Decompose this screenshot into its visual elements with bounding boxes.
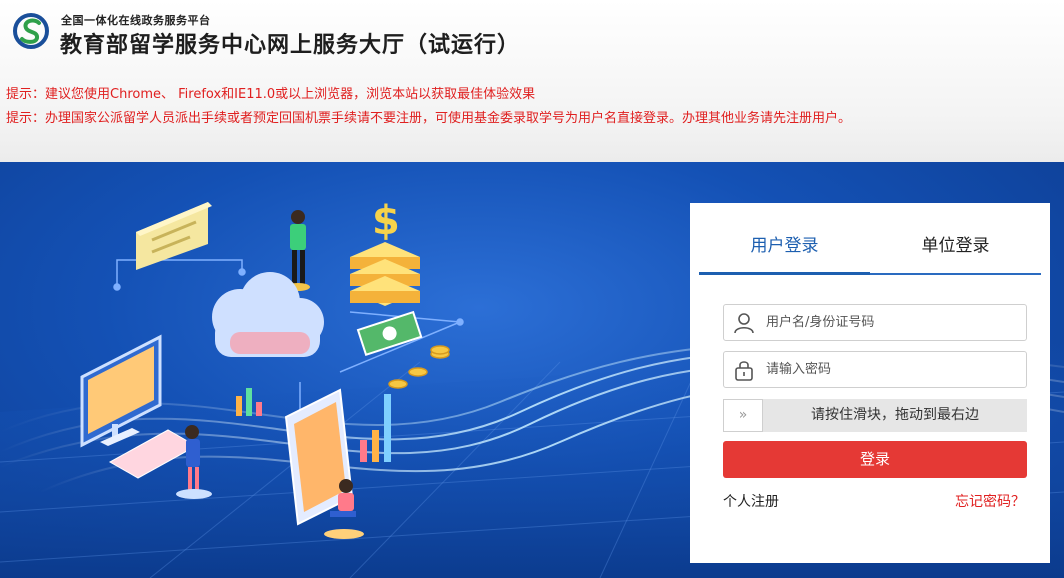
tab-user-login[interactable]: 用户登录 (699, 221, 870, 275)
svg-text:$: $ (372, 198, 400, 244)
slider-hint: 请按住滑块，拖动到最右边 (811, 407, 979, 423)
browser-tip: 提示：建议您使用Chrome、 Firefox和IE11.0或以上浏览器，浏览本… (6, 87, 536, 102)
password-field (723, 351, 1027, 388)
platform-name: 全国一体化在线政务服务平台 (61, 14, 211, 27)
site-title: 教育部留学服务中心网上服务大厅（试运行） (60, 33, 521, 58)
registration-tip: 提示：办理国家公派留学人员派出手续或者预定回国机票手续请不要注册，可使用基金委录… (6, 111, 852, 126)
forgot-password-link[interactable]: 忘记密码？ (955, 491, 1025, 511)
login-panel: 用户登录 单位登录 » 请按住滑块，拖动到最右边 登录 个人注册 忘记密码？ (690, 203, 1050, 563)
register-link[interactable]: 个人注册 (723, 491, 779, 511)
site-logo (13, 13, 49, 49)
tab-unit-login[interactable]: 单位登录 (870, 221, 1041, 275)
password-input[interactable] (766, 352, 1016, 387)
site-header: 全国一体化在线政务服务平台 教育部留学服务中心网上服务大厅（试运行） 提示：建议… (0, 0, 1064, 162)
login-tabs: 用户登录 单位登录 (699, 221, 1041, 275)
double-chevron-right-icon[interactable]: » (723, 399, 763, 432)
lock-icon (735, 361, 753, 381)
slider-captcha: » 请按住滑块，拖动到最右边 (723, 399, 1027, 432)
username-input[interactable] (766, 305, 1016, 340)
login-button[interactable]: 登录 (723, 441, 1027, 478)
username-field (723, 304, 1027, 341)
user-icon (734, 313, 754, 334)
